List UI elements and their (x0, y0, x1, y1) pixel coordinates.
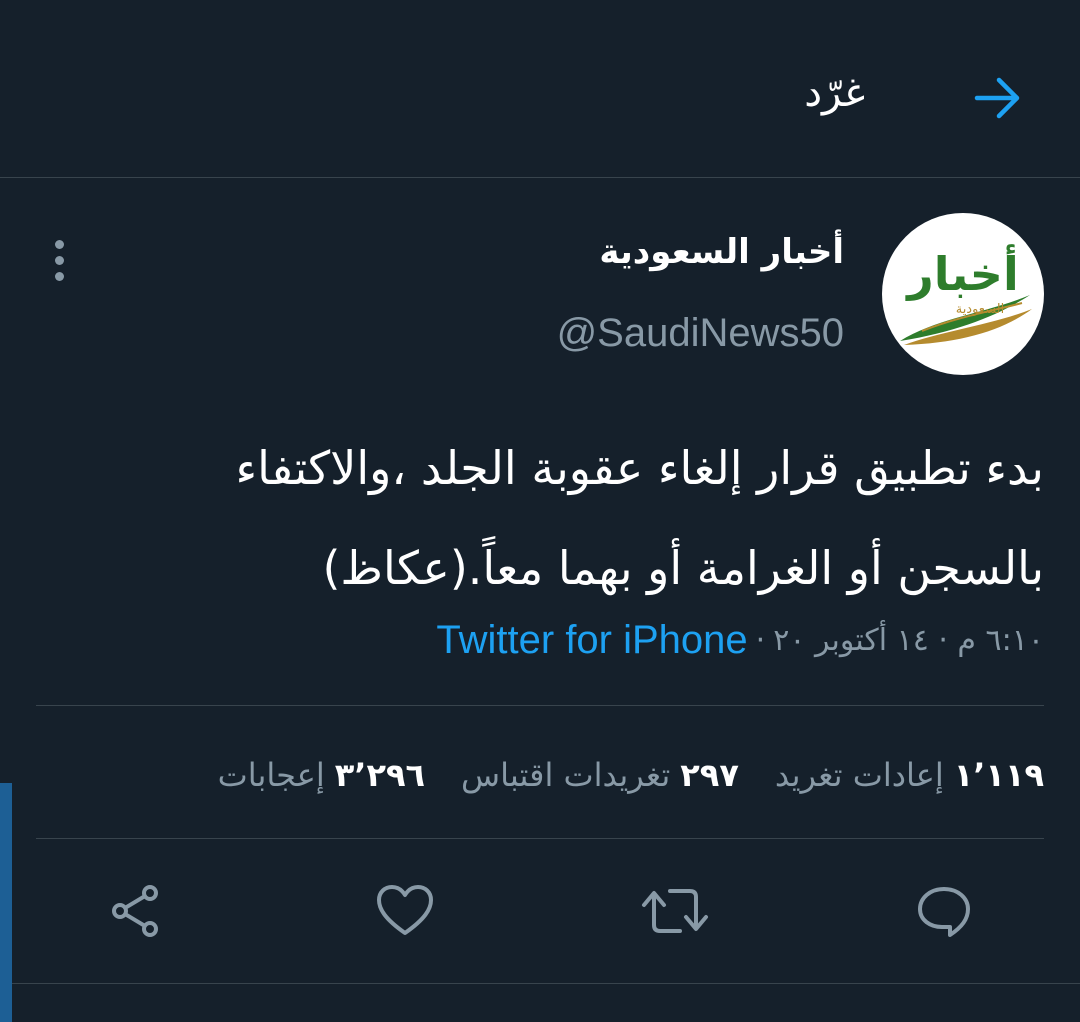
tweet-text: بدء تطبيق قرار إلغاء عقوبة الجلد ،والاكت… (40, 418, 1044, 618)
meta-separator: · (755, 622, 766, 658)
more-dot-icon (55, 240, 64, 249)
quotes-count: ٢٩٧ (680, 756, 739, 794)
more-options-button[interactable] (44, 236, 76, 286)
tweet-meta: ٦:١٠ م · ١٤ أكتوبر ٢٠ · Twitter for iPho… (436, 615, 1044, 665)
quotes-stat[interactable]: ٢٩٧ تغريدات اقتباس (461, 756, 739, 794)
divider (36, 705, 1044, 706)
quotes-label: تغريدات اقتباس (461, 756, 671, 794)
retweet-button[interactable] (640, 876, 710, 946)
reply-icon (918, 887, 970, 937)
page-title: غرّد (804, 70, 865, 116)
author-handle[interactable]: @SaudiNews50 (557, 311, 844, 356)
retweets-stat[interactable]: ١٬١١٩ إعادات تغريد (775, 756, 1044, 794)
retweets-count: ١٬١١٩ (953, 756, 1044, 794)
logo-subtext: السعودية (955, 302, 1005, 317)
side-accent-bar (0, 783, 12, 1022)
tweet-source-link[interactable]: Twitter for iPhone (436, 618, 747, 663)
likes-label: إعجابات (217, 756, 325, 794)
share-button[interactable] (101, 876, 171, 946)
tweet-text-line: بالسجن أو الغرامة أو بهما معاً.(عكاظ) (322, 541, 1044, 595)
heart-icon (377, 885, 433, 935)
back-button[interactable] (968, 68, 1028, 128)
avatar[interactable]: أخبار السعودية (882, 213, 1044, 375)
tweet-text-line: بدء تطبيق قرار إلغاء عقوبة الجلد ،والاكت… (235, 441, 1044, 495)
divider (0, 983, 1080, 984)
logo-text: أخبار (907, 247, 1019, 301)
tweet-timestamp[interactable]: ٦:١٠ م · ١٤ أكتوبر ٢٠ (773, 623, 1044, 658)
retweet-icon (642, 889, 708, 933)
like-button[interactable] (370, 876, 440, 946)
reply-button[interactable] (909, 876, 979, 946)
more-dot-icon (55, 256, 64, 265)
retweets-label: إعادات تغريد (774, 756, 944, 794)
more-dot-icon (55, 272, 64, 281)
share-icon (112, 885, 158, 937)
divider (36, 838, 1044, 839)
tweet-stats: ١٬١١٩ إعادات تغريد ٢٩٧ تغريدات اقتباس ٣٬… (182, 745, 1044, 805)
top-bar: غرّد (0, 0, 1080, 178)
author-display-name[interactable]: أخبار السعودية (599, 232, 844, 272)
arrow-right-icon (974, 77, 1020, 119)
likes-stat[interactable]: ٣٬٢٩٦ إعجابات (218, 756, 425, 794)
likes-count: ٣٬٢٩٦ (334, 756, 426, 794)
